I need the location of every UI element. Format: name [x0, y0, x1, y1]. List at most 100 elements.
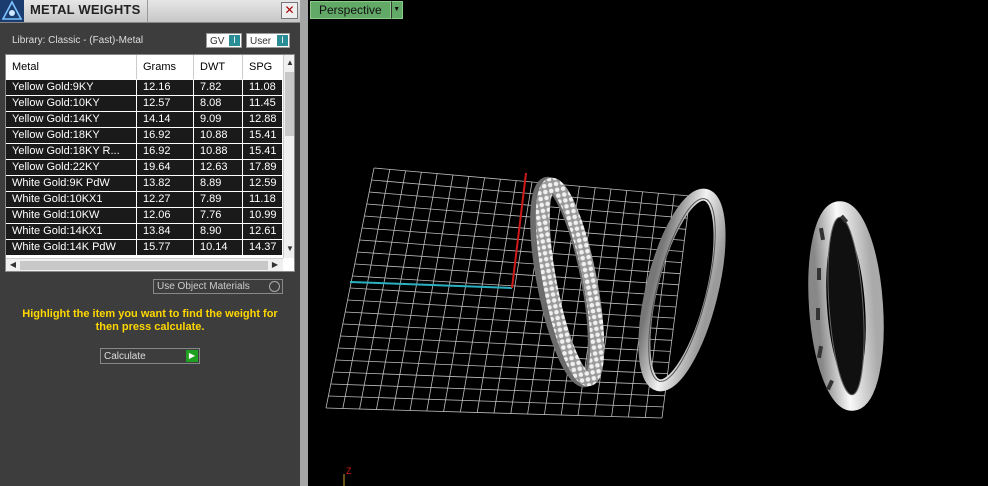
use-object-materials-label: Use Object Materials	[157, 281, 250, 292]
grams-cell: 12.16	[137, 80, 193, 95]
column-header-dwt[interactable]: DWT	[194, 55, 243, 79]
use-object-materials-toggle[interactable]: Use Object Materials	[153, 279, 283, 294]
dwt-cell: 10.88	[194, 144, 242, 159]
grams-cell: 12.27	[137, 192, 193, 207]
table-row[interactable]: Yellow Gold:22KY 19.64 12.63 17.89	[6, 160, 283, 176]
grams-cell: 13.84	[137, 224, 193, 239]
dwt-cell: 7.89	[194, 192, 242, 207]
table-row[interactable]: White Gold:14K PdW 15.77 10.14 14.37	[6, 240, 283, 256]
3d-viewport[interactable]: Z Perspective ▼	[308, 0, 988, 486]
dwt-cell: 7.76	[194, 208, 242, 223]
dwt-cell: 10.88	[194, 128, 242, 143]
dwt-cell: 8.90	[194, 224, 242, 239]
table-header: Metal Grams DWT SPG	[6, 55, 283, 79]
spg-cell: 11.18	[243, 192, 282, 207]
metal-cell: Yellow Gold:22KY	[6, 160, 136, 175]
app-logo-icon	[0, 0, 24, 22]
scroll-up-icon[interactable]: ▲	[284, 57, 294, 69]
spg-cell: 15.41	[243, 144, 282, 159]
axis-z-label: Z	[346, 466, 352, 476]
grams-cell: 14.14	[137, 112, 193, 127]
table-row[interactable]: White Gold:9K PdW 13.82 8.89 12.59	[6, 176, 283, 192]
dwt-cell: 8.89	[194, 176, 242, 191]
spg-cell: 11.08	[243, 80, 282, 95]
engraved-band-ring-model	[808, 201, 884, 411]
user-toggle[interactable]: User I	[246, 33, 290, 48]
title-separator	[147, 0, 148, 22]
dropdown-arrow-icon[interactable]: ▼	[390, 1, 403, 19]
table-row[interactable]: Yellow Gold:10KY 12.57 8.08 11.45	[6, 96, 283, 112]
calculate-button[interactable]: Calculate ▶	[100, 348, 200, 364]
user-toggle-label: User	[250, 36, 272, 47]
metal-weights-table: Metal Grams DWT SPG Yellow Gold:9KY 12.16…	[5, 54, 295, 272]
grams-cell: 12.57	[137, 96, 193, 111]
library-label: Library: Classic - (Fast)-Metal	[12, 35, 144, 46]
metal-cell: Yellow Gold:9KY	[6, 80, 136, 95]
grid-line	[330, 383, 665, 397]
horizontal-scrollbar[interactable]: ◀ ▶	[6, 258, 283, 271]
spg-cell: 12.61	[243, 224, 282, 239]
panel-title: METAL WEIGHTS	[30, 2, 141, 17]
axis-gizmo: Z	[343, 466, 352, 486]
metal-cell: White Gold:14K PdW	[6, 240, 136, 255]
table-row[interactable]: Yellow Gold:9KY 12.16 7.82 11.08	[6, 80, 283, 96]
grams-cell: 13.82	[137, 176, 193, 191]
vertical-scroll-thumb[interactable]	[285, 72, 294, 136]
close-button[interactable]: ✕	[281, 2, 298, 19]
column-header-metal[interactable]: Metal	[6, 55, 137, 79]
table-row[interactable]: Yellow Gold:14KY 14.14 9.09 12.88	[6, 112, 283, 128]
vertical-scrollbar[interactable]: ▲ ▼	[283, 55, 294, 258]
scroll-left-icon[interactable]: ◀	[7, 259, 19, 271]
radio-circle-icon	[269, 281, 280, 292]
column-header-spg[interactable]: SPG	[243, 55, 283, 79]
scroll-down-icon[interactable]: ▼	[284, 243, 294, 255]
gv-toggle[interactable]: GV I	[206, 33, 242, 48]
metal-weights-panel: METAL WEIGHTS ✕ Library: Classic - (Fast…	[0, 0, 300, 486]
gv-toggle-label: GV	[210, 36, 225, 47]
spg-cell: 15.41	[243, 128, 282, 143]
grid-line	[325, 407, 663, 419]
metal-cell: Yellow Gold:10KY	[6, 96, 136, 111]
view-selector[interactable]: Perspective ▼	[310, 1, 403, 19]
spg-cell: 17.89	[243, 160, 282, 175]
metal-cell: Yellow Gold:14KY	[6, 112, 136, 127]
spg-cell: 11.45	[243, 96, 282, 111]
grams-cell: 16.92	[137, 144, 193, 159]
play-arrow-icon: ▶	[186, 350, 198, 362]
view-name-label[interactable]: Perspective	[310, 1, 391, 19]
scene-canvas: Z	[325, 167, 884, 486]
horizontal-scroll-thumb[interactable]	[20, 261, 268, 270]
scroll-right-icon[interactable]: ▶	[269, 259, 281, 271]
calculate-label: Calculate	[104, 351, 146, 362]
grams-cell: 19.64	[137, 160, 193, 175]
dwt-cell: 9.09	[194, 112, 242, 127]
panel-splitter[interactable]	[300, 0, 308, 486]
table-row[interactable]: White Gold:14KX1 13.84 8.90 12.61	[6, 224, 283, 240]
metal-cell: White Gold:10KX1	[6, 192, 136, 207]
construction-grid	[325, 167, 691, 419]
table-row[interactable]: White Gold:10KX1 12.27 7.89 11.18	[6, 192, 283, 208]
dwt-cell: 10.14	[194, 240, 242, 255]
metal-cell: White Gold:14KX1	[6, 224, 136, 239]
table-row[interactable]: Yellow Gold:18KY R... 16.92 10.88 15.41	[6, 144, 283, 160]
grams-cell: 15.77	[137, 240, 193, 255]
metal-cell: Yellow Gold:18KY R...	[6, 144, 136, 159]
dwt-cell: 8.08	[194, 96, 242, 111]
spg-cell: 12.59	[243, 176, 282, 191]
x-axis-line	[349, 281, 513, 289]
table-row[interactable]: White Gold:10KW 12.06 7.76 10.99	[6, 208, 283, 224]
toggle-switch-icon: I	[277, 35, 288, 46]
table-row[interactable]: Yellow Gold:18KY 16.92 10.88 15.41	[6, 128, 283, 144]
instruction-text: Highlight the item you want to find the …	[22, 308, 278, 333]
dwt-cell: 12.63	[194, 160, 242, 175]
metal-cell: Yellow Gold:18KY	[6, 128, 136, 143]
spg-cell: 12.88	[243, 112, 282, 127]
grams-cell: 12.06	[137, 208, 193, 223]
grid-line	[328, 395, 664, 408]
toggle-switch-icon: I	[229, 35, 240, 46]
grams-cell: 16.92	[137, 128, 193, 143]
plain-band-ring-model	[638, 188, 726, 392]
table-body: Yellow Gold:9KY 12.16 7.82 11.08 Yellow Gol…	[6, 80, 283, 256]
column-header-grams[interactable]: Grams	[137, 55, 194, 79]
panel-titlebar: METAL WEIGHTS ✕	[0, 0, 300, 23]
